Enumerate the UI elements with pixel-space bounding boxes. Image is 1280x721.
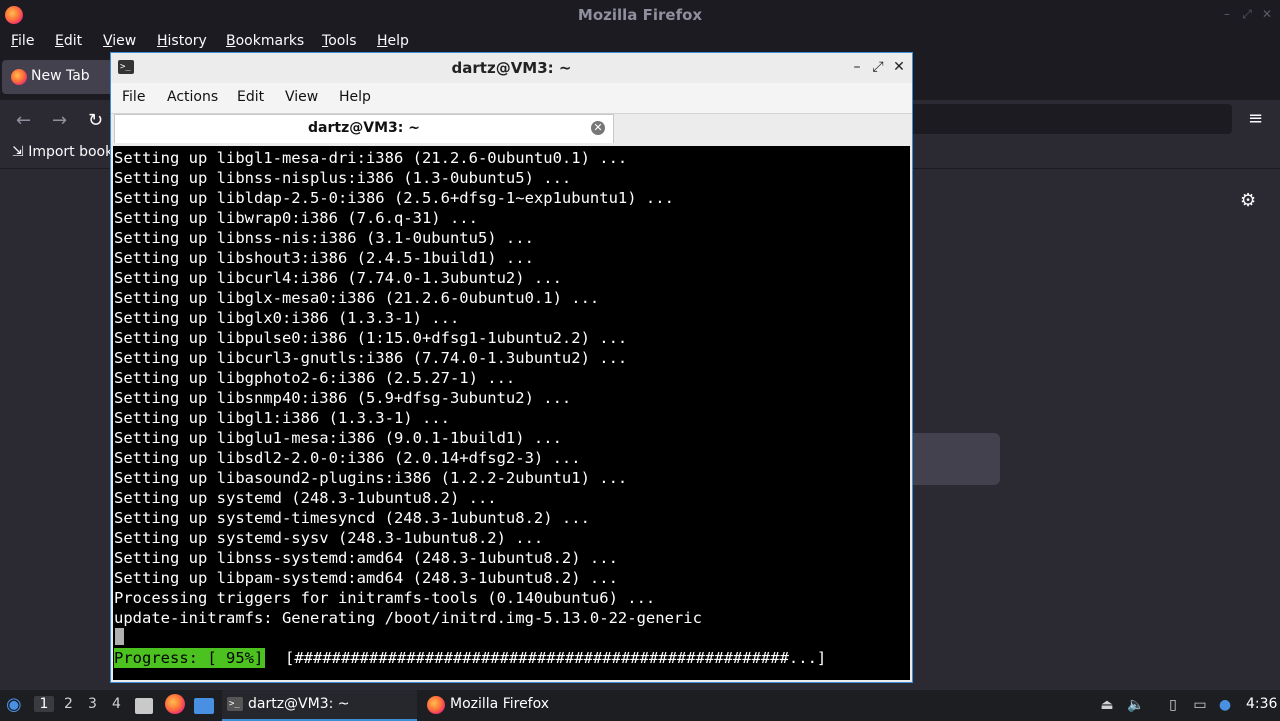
search-box[interactable] bbox=[905, 433, 1000, 485]
firefox-titlebar: Mozilla Firefox – ⤢ ✕ bbox=[0, 0, 1280, 30]
import-icon: ⇲ bbox=[12, 144, 24, 160]
terminal-line: Setting up libcurl4:i386 (7.74.0-1.3ubun… bbox=[114, 269, 562, 287]
terminal-line: Setting up libnss-nisplus:i386 (1.3-0ubu… bbox=[114, 169, 572, 187]
close-icon[interactable]: ✕ bbox=[891, 57, 907, 77]
firefox-menubar: File Edit View History Bookmarks Tools H… bbox=[0, 30, 1280, 54]
terminal-line: Setting up libglu1-mesa:i386 (9.0.1-1bui… bbox=[114, 429, 562, 447]
network-icon[interactable]: ▭ bbox=[1191, 696, 1209, 714]
task-label: Mozilla Firefox bbox=[450, 696, 550, 712]
terminal-line: Setting up libglx0:i386 (1.3.3-1) ... bbox=[114, 309, 460, 327]
terminal-line: Setting up libnss-nis:i386 (3.1-0ubuntu5… bbox=[114, 229, 534, 247]
minimize-icon[interactable]: – bbox=[1220, 7, 1234, 21]
terminal-line: Setting up systemd-sysv (248.3-1ubuntu8.… bbox=[114, 529, 544, 547]
terminal-titlebar: >_ dartz@VM3: ~ – ⤢ ✕ bbox=[111, 53, 912, 83]
import-bookmarks-link[interactable]: ⇲ Import book bbox=[12, 144, 113, 160]
menu-bookmarks[interactable]: Bookmarks bbox=[226, 33, 304, 49]
terminal-icon: >_ bbox=[227, 697, 243, 711]
tab-new-tab[interactable]: New Tab bbox=[2, 60, 117, 94]
terminal-output[interactable]: Setting up libgl1-mesa-dri:i386 (21.2.6-… bbox=[113, 146, 910, 680]
terminal-line: Setting up libsdl2-2.0-0:i386 (2.0.14+df… bbox=[114, 449, 581, 467]
terminal-menu-edit[interactable]: Edit bbox=[237, 89, 264, 105]
forward-icon[interactable]: → bbox=[52, 110, 67, 131]
terminal-menu-actions[interactable]: Actions bbox=[167, 89, 218, 105]
terminal-line: Setting up libpulse0:i386 (1:15.0+dfsg1-… bbox=[114, 329, 628, 347]
firefox-window-title: Mozilla Firefox bbox=[577, 6, 703, 24]
terminal-line: Processing triggers for initramfs-tools … bbox=[114, 589, 656, 607]
progress-bar: [#######################################… bbox=[285, 649, 827, 667]
maximize-icon[interactable]: ⤢ bbox=[870, 57, 886, 77]
terminal-line: Setting up systemd (248.3-1ubuntu8.2) ..… bbox=[114, 489, 497, 507]
gear-icon[interactable]: ⚙ bbox=[1240, 190, 1256, 211]
eject-icon[interactable]: ⏏ bbox=[1098, 696, 1116, 714]
volume-icon[interactable]: 🔈 bbox=[1127, 696, 1145, 714]
url-bar[interactable] bbox=[910, 104, 1232, 134]
workspace-1[interactable]: 1 bbox=[34, 696, 54, 712]
terminal-window-title: dartz@VM3: ~ bbox=[451, 59, 572, 77]
terminal-cursor bbox=[115, 628, 124, 645]
menu-help[interactable]: Help bbox=[377, 33, 409, 49]
terminal-line: Setting up libnss-systemd:amd64 (248.3-1… bbox=[114, 549, 618, 567]
terminal-line: Setting up libpam-systemd:amd64 (248.3-1… bbox=[114, 569, 618, 587]
workspace-2[interactable]: 2 bbox=[64, 696, 73, 712]
show-desktop-icon[interactable] bbox=[194, 698, 214, 714]
terminal-line: Setting up libshout3:i386 (2.4.5-1build1… bbox=[114, 249, 534, 267]
terminal-line: Setting up systemd-timesyncd (248.3-1ubu… bbox=[114, 509, 590, 527]
back-icon[interactable]: ← bbox=[16, 110, 31, 131]
menu-tools[interactable]: Tools bbox=[322, 33, 357, 49]
terminal-menu-view[interactable]: View bbox=[285, 89, 318, 105]
workspace-3[interactable]: 3 bbox=[88, 696, 97, 712]
clock[interactable]: 4:36 bbox=[1246, 696, 1277, 712]
terminal-line: Setting up libasound2-plugins:i386 (1.2.… bbox=[114, 469, 628, 487]
terminal-line: Setting up libgphoto2-6:i386 (2.5.27-1) … bbox=[114, 369, 516, 387]
task-firefox[interactable]: Mozilla Firefox bbox=[422, 690, 617, 719]
clipboard-icon[interactable]: ▯ bbox=[1164, 696, 1182, 714]
minimize-icon[interactable]: – bbox=[849, 57, 865, 77]
terminal-menu-file[interactable]: File bbox=[122, 89, 145, 105]
terminal-tab-label: dartz@VM3: ~ bbox=[308, 120, 420, 136]
task-label: dartz@VM3: ~ bbox=[248, 696, 350, 712]
terminal-window: >_ dartz@VM3: ~ – ⤢ ✕ File Actions Edit … bbox=[110, 52, 913, 683]
progress-label: Progress: [ 95%] bbox=[114, 648, 266, 668]
update-notification-icon[interactable]: ● bbox=[1216, 696, 1234, 714]
import-bookmarks-label: Import book bbox=[28, 144, 114, 160]
hamburger-menu-icon[interactable]: ≡ bbox=[1248, 108, 1263, 129]
terminal-menu-help[interactable]: Help bbox=[339, 89, 371, 105]
terminal-line: Setting up libgl1-mesa-dri:i386 (21.2.6-… bbox=[114, 149, 628, 167]
firefox-icon bbox=[427, 696, 445, 714]
reload-icon[interactable]: ↻ bbox=[88, 110, 103, 131]
maximize-icon[interactable]: ⤢ bbox=[1240, 7, 1254, 21]
terminal-tab[interactable]: dartz@VM3: ~ ✕ bbox=[114, 114, 614, 143]
terminal-line: update-initramfs: Generating /boot/initr… bbox=[114, 609, 702, 627]
terminal-line: Setting up libglx-mesa0:i386 (21.2.6-0ub… bbox=[114, 289, 600, 307]
terminal-menubar: File Actions Edit View Help bbox=[111, 83, 912, 114]
firefox-icon bbox=[11, 69, 27, 85]
start-menu-icon[interactable]: ◉ bbox=[6, 695, 26, 715]
taskbar: ◉ 1 2 3 4 >_ dartz@VM3: ~ Mozilla Firefo… bbox=[0, 689, 1280, 721]
task-terminal[interactable]: >_ dartz@VM3: ~ bbox=[222, 690, 417, 721]
terminal-line: Setting up libcurl3-gnutls:i386 (7.74.0-… bbox=[114, 349, 628, 367]
terminal-line: Setting up libgl1:i386 (1.3.3-1) ... bbox=[114, 409, 450, 427]
menu-edit[interactable]: Edit bbox=[55, 33, 82, 49]
menu-view[interactable]: View bbox=[103, 33, 136, 49]
terminal-line: Setting up libsnmp40:i386 (5.9+dfsg-3ubu… bbox=[114, 389, 572, 407]
menu-file[interactable]: File bbox=[11, 33, 34, 49]
menu-history[interactable]: History bbox=[157, 33, 207, 49]
close-icon[interactable]: ✕ bbox=[1260, 7, 1274, 21]
close-tab-icon[interactable]: ✕ bbox=[591, 121, 605, 135]
terminal-line: Setting up libldap-2.5-0:i386 (2.5.6+dfs… bbox=[114, 189, 674, 207]
tab-label: New Tab bbox=[31, 68, 90, 84]
terminal-line: Setting up libwrap0:i386 (7.6.q-31) ... bbox=[114, 209, 478, 227]
workspace-4[interactable]: 4 bbox=[112, 696, 121, 712]
file-manager-icon[interactable] bbox=[135, 698, 153, 714]
firefox-launcher-icon[interactable] bbox=[165, 694, 185, 714]
